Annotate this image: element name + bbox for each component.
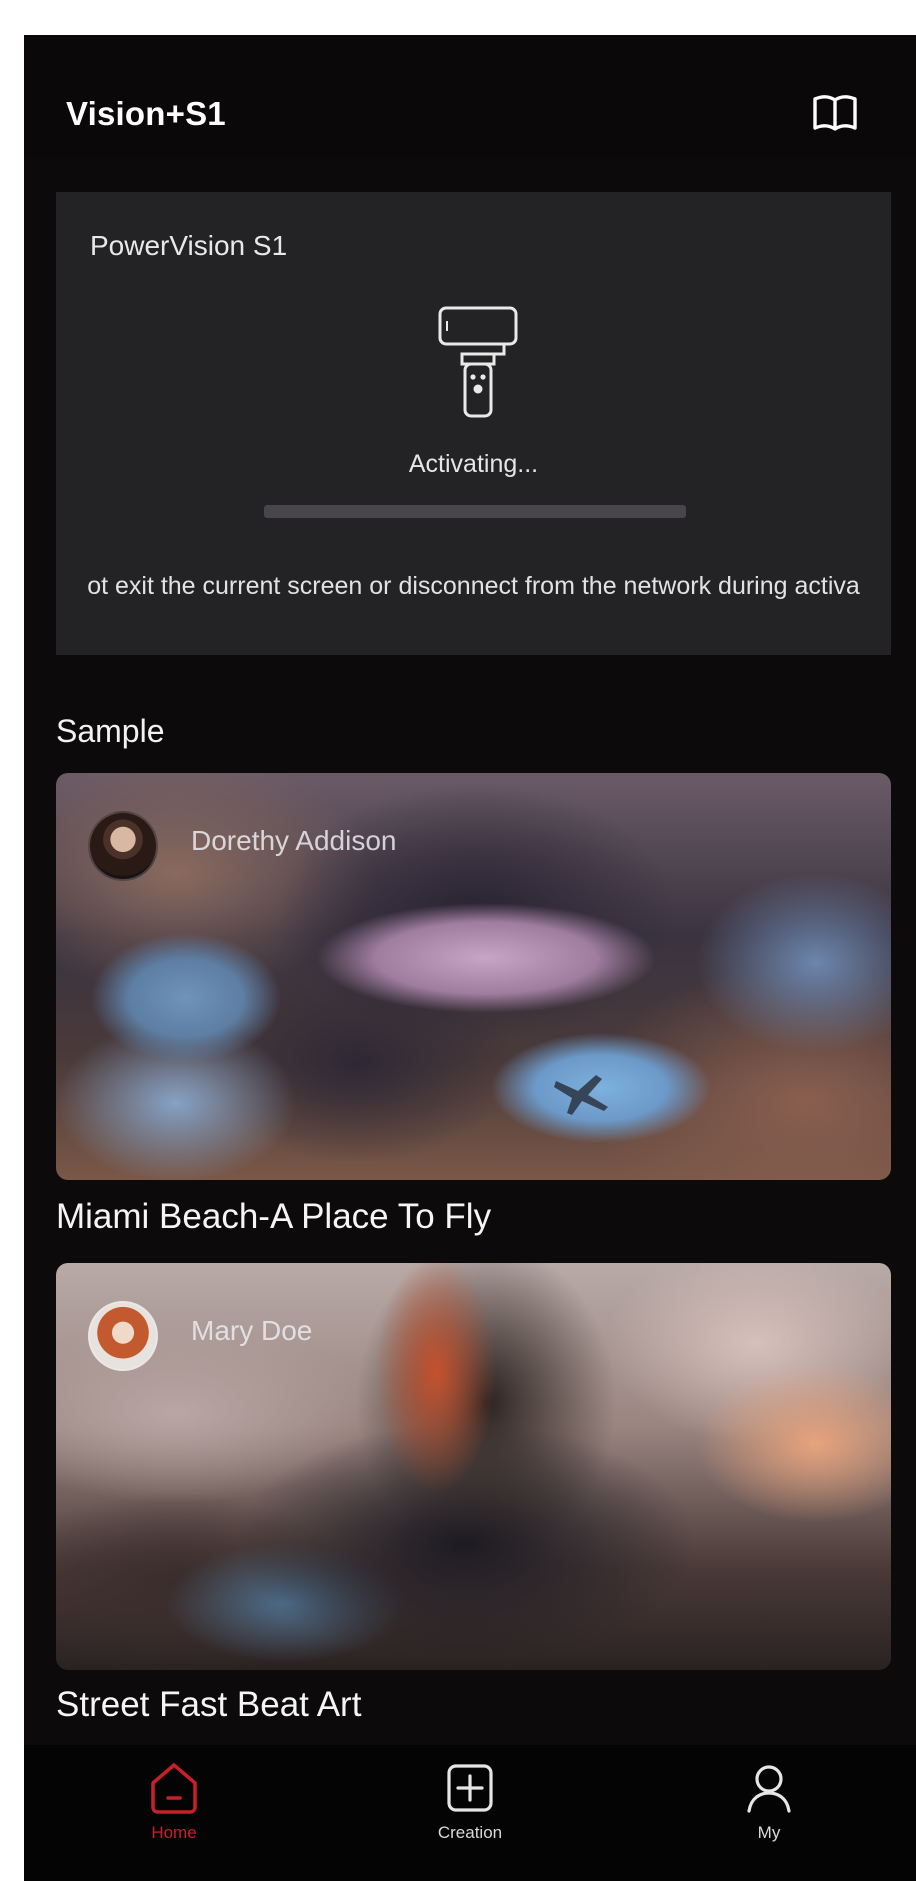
sample-title[interactable]: Miami Beach-A Place To Fly <box>56 1197 491 1237</box>
gimbal-device-icon <box>438 306 518 418</box>
app-title: Vision+S1 <box>66 95 226 132</box>
user-icon <box>747 1765 791 1813</box>
airplane-reflection <box>554 1075 608 1115</box>
tab-home[interactable]: Home <box>84 1745 264 1881</box>
tab-home-label: Home <box>151 1823 197 1842</box>
sample-title[interactable]: Street Fast Beat Art <box>56 1685 361 1725</box>
activation-warning: ot exit the current screen or disconnect… <box>56 572 891 601</box>
device-activation-card: PowerVision S1 Activating... ot exit the… <box>56 192 891 655</box>
tab-my[interactable]: My <box>679 1745 859 1881</box>
app-screen: Vision+S1 PowerVision S1 Activating... o… <box>24 35 916 1881</box>
photo-subject <box>376 1263 496 1493</box>
top-bar: Vision+S1 <box>24 35 916 159</box>
author-avatar[interactable] <box>88 811 158 881</box>
device-name: PowerVision S1 <box>90 230 288 261</box>
author-avatar[interactable] <box>88 1301 158 1371</box>
tab-creation[interactable]: Creation <box>380 1745 560 1881</box>
author-name[interactable]: Mary Doe <box>191 1315 312 1347</box>
bottom-tab-bar: Home Creation My <box>24 1745 916 1881</box>
plus-square-icon <box>447 1764 493 1812</box>
tab-my-label: My <box>757 1823 781 1842</box>
sample-card[interactable]: Dorethy Addison <box>56 773 891 1180</box>
author-name[interactable]: Dorethy Addison <box>191 825 396 857</box>
activation-status: Activating... <box>408 450 539 478</box>
tab-creation-label: Creation <box>437 1823 503 1842</box>
sample-section-title: Sample <box>56 713 165 749</box>
activation-progress-bar <box>264 505 686 518</box>
activation-warning-text: ot exit the current screen or disconnect… <box>87 572 860 600</box>
sample-card[interactable]: Mary Doe <box>56 1263 891 1670</box>
book-icon[interactable] <box>812 93 858 133</box>
home-icon <box>151 1763 197 1814</box>
